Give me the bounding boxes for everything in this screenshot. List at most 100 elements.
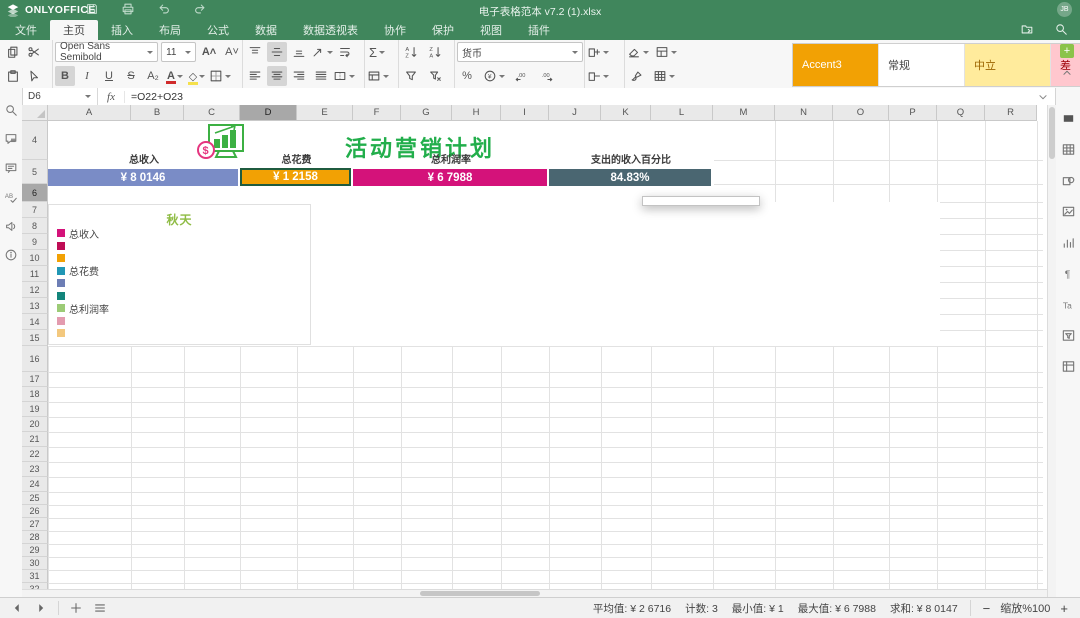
sort-ascending-button[interactable]: AZ (401, 42, 421, 62)
cell-style-中立[interactable]: 中立 (965, 44, 1051, 86)
column-header-J[interactable]: J (549, 105, 601, 121)
expand-formula-bar-button[interactable] (1036, 90, 1056, 104)
borders-button[interactable] (209, 66, 231, 86)
column-header-O[interactable]: O (833, 105, 889, 121)
autosum-button[interactable]: Σ (367, 42, 387, 62)
row-header-18[interactable]: 18 (22, 387, 48, 402)
chart-settings-icon[interactable] (1056, 230, 1080, 254)
select-all-button[interactable] (24, 66, 44, 86)
row-header-30[interactable]: 30 (22, 557, 48, 570)
row-header-10[interactable]: 10 (22, 250, 48, 266)
menu-tab-主页[interactable]: 主页 (50, 20, 98, 40)
increase-font-button[interactable]: A˄ (199, 42, 219, 62)
clear-button[interactable] (627, 42, 649, 62)
row-header-29[interactable]: 29 (22, 544, 48, 557)
paragraph-settings-icon[interactable]: ¶ (1056, 261, 1080, 285)
search-button[interactable] (1054, 22, 1068, 36)
row-header-4[interactable]: 4 (22, 121, 48, 160)
sheet-list-button[interactable] (93, 601, 107, 615)
underline-button[interactable]: U (99, 66, 119, 86)
vertical-scrollbar-thumb[interactable] (1049, 107, 1055, 159)
pivot-settings-icon[interactable] (1056, 354, 1080, 378)
horizontal-scrollbar-thumb[interactable] (420, 591, 540, 596)
menu-tab-布局[interactable]: 布局 (146, 20, 194, 40)
column-header-R[interactable]: R (985, 105, 1037, 121)
number-format-select[interactable]: 货币 (457, 42, 583, 62)
italic-button[interactable]: I (77, 66, 97, 86)
row-header-7[interactable]: 7 (22, 202, 48, 218)
column-header-B[interactable]: B (131, 105, 184, 121)
column-header-N[interactable]: N (775, 105, 833, 121)
table-settings-icon[interactable] (1056, 137, 1080, 161)
save-button[interactable] (85, 2, 99, 16)
fill-color-button[interactable]: ◇ (187, 66, 207, 86)
cell-settings-icon[interactable] (1056, 106, 1080, 130)
merge-cells-button[interactable] (333, 66, 355, 86)
insert-function-icon[interactable]: fx (98, 91, 125, 103)
row-header-16[interactable]: 16 (22, 346, 48, 372)
valign-top-button[interactable] (245, 42, 265, 62)
row-header-22[interactable]: 22 (22, 447, 48, 462)
row-header-5[interactable]: 5 (22, 160, 48, 184)
subscript-button[interactable]: A₂ (143, 66, 163, 86)
horizontal-scrollbar[interactable] (22, 589, 1047, 597)
row-header-26[interactable]: 26 (22, 505, 48, 518)
add-sheet-button[interactable] (69, 601, 83, 615)
valign-middle-button[interactable] (267, 42, 287, 62)
paste-button[interactable] (3, 66, 23, 86)
menu-tab-视图[interactable]: 视图 (467, 20, 515, 40)
user-avatar[interactable]: JB (1057, 2, 1072, 17)
chat-icon[interactable] (0, 156, 22, 180)
print-button[interactable] (121, 2, 135, 16)
textart-settings-icon[interactable]: Ta (1056, 292, 1080, 316)
row-header-9[interactable]: 9 (22, 234, 48, 250)
comments-icon[interactable] (0, 127, 22, 151)
prev-sheet-button[interactable] (10, 601, 24, 615)
halign-justify-button[interactable] (311, 66, 331, 86)
cell-style-Accent3[interactable]: Accent3 (793, 44, 879, 86)
vertical-scrollbar[interactable] (1047, 105, 1056, 597)
row-header-25[interactable]: 25 (22, 492, 48, 505)
column-header-A[interactable]: A (48, 105, 131, 121)
slicer-settings-icon[interactable] (1056, 323, 1080, 347)
row-header-20[interactable]: 20 (22, 417, 48, 432)
halign-right-button[interactable] (289, 66, 309, 86)
select-all-corner[interactable] (22, 105, 48, 121)
formula-input[interactable]: =O22+O23 (125, 91, 1036, 103)
font-color-button[interactable]: A (165, 66, 185, 86)
conditional-format-button[interactable] (655, 42, 677, 62)
row-header-14[interactable]: 14 (22, 314, 48, 330)
increase-decimal-button[interactable]: .00 (537, 66, 557, 86)
open-file-location-button[interactable] (1020, 22, 1034, 36)
menu-tab-数据透视表[interactable]: 数据透视表 (290, 20, 371, 40)
image-settings-icon[interactable] (1056, 199, 1080, 223)
row-header-17[interactable]: 17 (22, 372, 48, 387)
column-header-H[interactable]: H (452, 105, 501, 121)
redo-button[interactable] (193, 2, 207, 16)
currency-style-button[interactable]: ¥ (483, 66, 505, 86)
halign-left-button[interactable] (245, 66, 265, 86)
pie-chart[interactable]: 秋天总收入总花费总利润率 (48, 204, 311, 345)
row-header-23[interactable]: 23 (22, 462, 48, 477)
column-header-D[interactable]: D (240, 105, 297, 121)
row-header-12[interactable]: 12 (22, 282, 48, 298)
worksheet-area[interactable]: ABCDEFGHIJKLMNOPQR4567891011121314151617… (22, 105, 1056, 597)
insert-cells-button[interactable] (587, 42, 609, 62)
format-as-table-button[interactable] (653, 66, 675, 86)
add-favorite-button[interactable]: + (1060, 44, 1074, 58)
kpi-value-总利润率[interactable]: ¥ 6 7988 (353, 169, 547, 186)
cut-button[interactable] (24, 42, 44, 62)
copy-style-button[interactable] (627, 66, 647, 86)
strikethrough-button[interactable]: S (121, 66, 141, 86)
menu-tab-插件[interactable]: 插件 (515, 20, 563, 40)
about-icon[interactable] (0, 243, 22, 267)
font-size-select[interactable]: 11 (161, 42, 196, 62)
row-header-11[interactable]: 11 (22, 266, 48, 282)
clear-filter-button[interactable] (425, 66, 445, 86)
column-header-E[interactable]: E (297, 105, 353, 121)
menu-tab-公式[interactable]: 公式 (194, 20, 242, 40)
row-header-15[interactable]: 15 (22, 330, 48, 346)
valign-bottom-button[interactable] (289, 42, 309, 62)
zoom-in-button[interactable]: + (1060, 601, 1068, 616)
row-header-28[interactable]: 28 (22, 531, 48, 544)
